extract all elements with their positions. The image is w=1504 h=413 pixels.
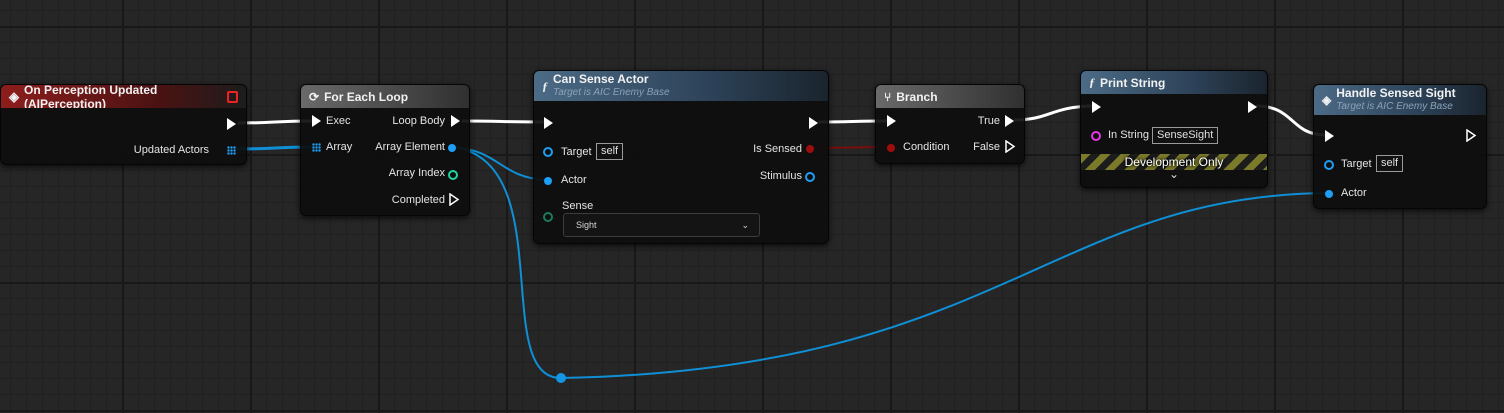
can-sense-header: ƒ Can Sense Actor Target is AIC Enemy Ba… <box>534 71 828 101</box>
in-string-pin[interactable] <box>1091 131 1101 141</box>
branch-title: Branch <box>896 89 938 104</box>
updated-actors-label: Updated Actors <box>133 144 209 156</box>
false-exec-pin[interactable] <box>1005 140 1016 153</box>
exec-in-pin[interactable] <box>1325 130 1334 142</box>
exec-out-pin[interactable] <box>1248 101 1257 113</box>
completed-label: Completed <box>391 194 445 206</box>
array-label: Array <box>326 141 353 153</box>
stimulus-label: Stimulus <box>759 170 802 182</box>
sense-label: Sense <box>562 200 594 212</box>
target-value-field[interactable]: self <box>596 143 624 160</box>
array-index-label: Array Index <box>388 167 445 179</box>
condition-label: Condition <box>903 141 950 153</box>
print-string-title: Print String <box>1100 75 1166 90</box>
target-pin[interactable] <box>543 147 553 157</box>
array-index-pin[interactable] <box>448 170 458 180</box>
handle-sight-subtitle: Target is AIC Enemy Base <box>1336 101 1453 112</box>
false-label: False <box>973 141 1000 153</box>
true-exec-pin[interactable] <box>1005 115 1014 127</box>
actor-pin[interactable] <box>1325 190 1333 198</box>
can-sense-title: Can Sense Actor <box>553 72 649 86</box>
array-in-pin-icon[interactable] <box>312 143 321 152</box>
print-string-header: ƒ Print String <box>1081 71 1267 94</box>
branch-node[interactable]: ⑂ Branch Condition True False <box>875 84 1025 164</box>
function-icon: ◈ <box>1322 93 1332 107</box>
handle-sensed-sight-node[interactable]: ◈ Handle Sensed Sight Target is AIC Enem… <box>1313 84 1487 209</box>
array-pin-icon[interactable] <box>227 146 236 155</box>
loop-icon: ⟳ <box>309 89 320 104</box>
event-node-title: On Perception Updated (AIPerception) <box>24 85 158 108</box>
function-icon: ƒ <box>1089 75 1095 89</box>
print-string-node[interactable]: ƒ Print String In String SenseSight Deve… <box>1080 70 1268 188</box>
target-label: Target <box>1341 158 1372 170</box>
loop-body-label: Loop Body <box>392 115 445 127</box>
delegate-pin-icon[interactable] <box>226 90 238 103</box>
is-sensed-label: Is Sensed <box>753 143 802 155</box>
stimulus-pin[interactable] <box>805 172 815 182</box>
reroute-knot[interactable] <box>556 373 566 383</box>
sense-dropdown[interactable]: Sight ⌄ <box>563 213 760 237</box>
actor-label: Actor <box>1341 187 1367 199</box>
handle-sight-title: Handle Sensed Sight <box>1336 86 1456 100</box>
in-string-value-field[interactable]: SenseSight <box>1152 127 1219 144</box>
exec-out-pin[interactable] <box>809 117 818 129</box>
sense-dropdown-value: Sight <box>576 220 597 230</box>
condition-pin[interactable] <box>887 144 895 152</box>
for-each-header: ⟳ For Each Loop <box>301 85 469 108</box>
exec-out-pin[interactable] <box>1466 129 1477 142</box>
target-label: Target <box>561 146 592 158</box>
exec-in-pin[interactable] <box>1092 101 1101 113</box>
event-icon: ◈ <box>9 88 19 104</box>
exec-in-pin[interactable] <box>544 117 553 129</box>
for-each-title: For Each Loop <box>324 89 409 104</box>
exec-in-pin[interactable] <box>312 115 321 127</box>
true-label: True <box>977 115 1000 127</box>
for-each-loop-node[interactable]: ⟳ For Each Loop Exec Array Loop Body Arr… <box>300 84 470 216</box>
actor-pin[interactable] <box>544 177 552 185</box>
array-element-pin[interactable] <box>448 144 456 152</box>
expand-chevron-icon[interactable]: ⌄ <box>1169 167 1179 181</box>
exec-out-pin[interactable] <box>227 118 236 130</box>
loop-body-exec-pin[interactable] <box>451 115 460 127</box>
array-element-label: Array Element <box>375 141 445 153</box>
event-node-header: ◈ On Perception Updated (AIPerception) <box>1 85 246 108</box>
exec-in-pin[interactable] <box>887 115 896 127</box>
event-node-on-perception-updated[interactable]: ◈ On Perception Updated (AIPerception) U… <box>0 84 247 165</box>
function-icon: ƒ <box>542 78 548 93</box>
exec-label: Exec <box>326 115 351 127</box>
in-string-label: In String <box>1108 129 1149 141</box>
chevron-down-icon: ⌄ <box>741 219 749 230</box>
branch-icon: ⑂ <box>884 89 892 104</box>
completed-exec-pin[interactable] <box>449 193 460 206</box>
target-pin[interactable] <box>1324 160 1334 170</box>
can-sense-subtitle: Target is AIC Enemy Base <box>553 87 670 98</box>
branch-header: ⑂ Branch <box>876 85 1024 108</box>
sense-pin[interactable] <box>543 212 553 222</box>
can-sense-actor-node[interactable]: ƒ Can Sense Actor Target is AIC Enemy Ba… <box>533 70 829 244</box>
actor-label: Actor <box>561 174 587 186</box>
target-value-field[interactable]: self <box>1376 155 1404 172</box>
handle-sight-header: ◈ Handle Sensed Sight Target is AIC Enem… <box>1314 85 1486 115</box>
is-sensed-pin[interactable] <box>806 145 814 153</box>
